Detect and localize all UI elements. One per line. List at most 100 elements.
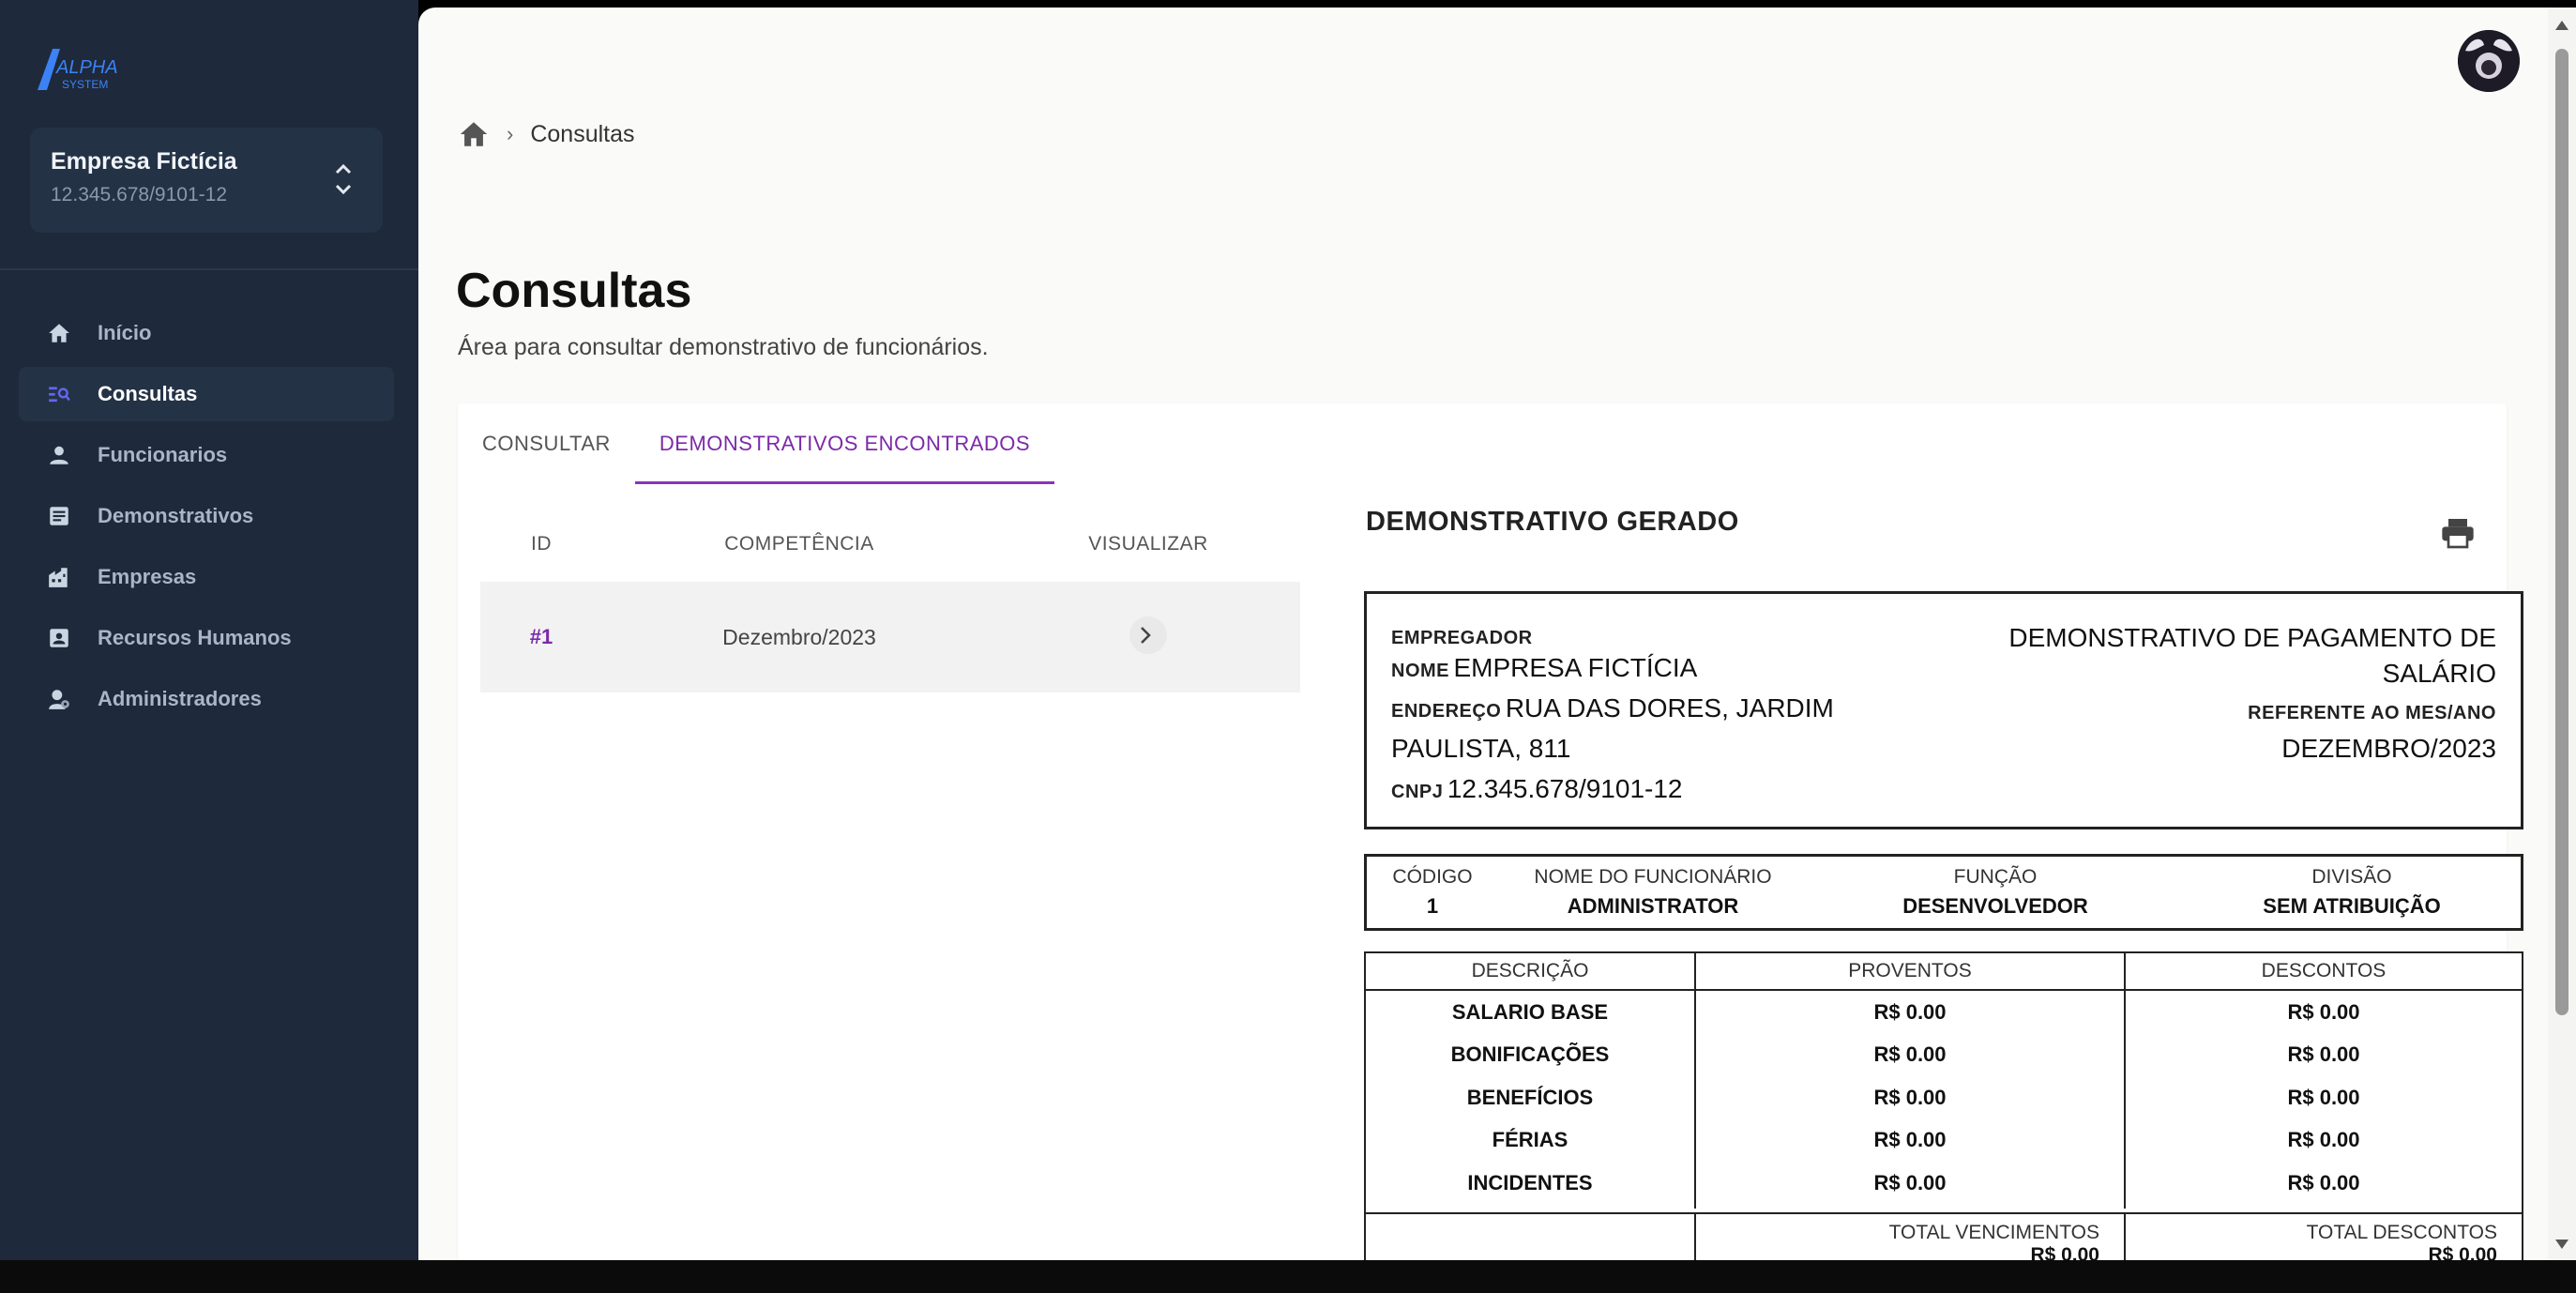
employee-code-value: 1 [1426, 894, 1439, 918]
column-header-id: ID [531, 533, 552, 555]
sidebar-item-consultas[interactable]: Consultas [19, 367, 394, 421]
table-cell: INCIDENTES [1467, 1170, 1593, 1194]
employer-section-label: EMPREGADOR [1391, 628, 1533, 648]
employer-name-label: NOME [1391, 661, 1449, 681]
sidebar-item-label: Início [98, 321, 152, 344]
row-visualizar [996, 615, 1300, 661]
building-icon [47, 565, 71, 589]
admin-icon [47, 687, 71, 711]
document-header: DEMONSTRATIVO DE PAGAMENTO DE SALÁRIO RE… [1933, 620, 2496, 767]
sidebar-item-empresas[interactable]: Empresas [19, 550, 394, 604]
print-icon[interactable] [2439, 514, 2477, 552]
totals-blank [1366, 1214, 1696, 1260]
sidebar-item-demonstrativos[interactable]: Demonstrativos [19, 489, 394, 543]
descontos-column: R$ 0.00 R$ 0.00 R$ 0.00 R$ 0.00 R$ 0.00 [2126, 991, 2522, 1209]
table-cell: R$ 0.00 [2287, 1085, 2360, 1109]
contact-card-icon [47, 626, 71, 650]
table-cell: BENEFÍCIOS [1466, 1085, 1594, 1109]
table-cell: R$ 0.00 [2287, 1128, 2360, 1152]
sidebar-item-label: Recursos Humanos [98, 626, 292, 649]
payment-table-header: DESCRIÇÃO PROVENTOS DESCONTOS [1366, 953, 2522, 991]
breadcrumb: › Consultas [458, 118, 635, 150]
employer-name: EMPRESA FICTÍCIA [1453, 653, 1698, 682]
company-selector[interactable]: Empresa Fictícia 12.345.678/9101-12 [30, 128, 383, 233]
table-cell: FÉRIAS [1492, 1128, 1568, 1152]
chevron-right-icon: › [507, 122, 514, 145]
proventos-column: R$ 0.00 R$ 0.00 R$ 0.00 R$ 0.00 R$ 0.00 [1696, 991, 2126, 1209]
results-table: ID COMPETÊNCIA VISUALIZAR #1 Dezembro/20… [480, 507, 1300, 692]
total-vencimentos-label: TOTAL VENCIMENTOS [1888, 1222, 2099, 1243]
employee-division-label: DIVISÃO [2311, 866, 2392, 888]
tab-consultar[interactable]: CONSULTAR [458, 403, 635, 484]
column-header-descricao: DESCRIÇÃO [1366, 953, 1696, 989]
employer-cnpj-label: CNPJ [1391, 782, 1444, 802]
row-competencia: Dezembro/2023 [722, 624, 876, 649]
demonstrativo-title: DEMONSTRATIVO GERADO [1366, 507, 1739, 537]
svg-text:SYSTEM: SYSTEM [62, 78, 108, 91]
column-header-visualizar: VISUALIZAR [1088, 533, 1208, 555]
vertical-scrollbar[interactable] [2548, 8, 2576, 1260]
total-vencimentos-value: R$ 0.00 [2030, 1244, 2099, 1260]
sidebar-item-recursos-humanos[interactable]: Recursos Humanos [19, 611, 394, 665]
employer-address-line1: RUA DAS DORES, JARDIM [1505, 693, 1834, 723]
sidebar-item-inicio[interactable]: Início [19, 306, 394, 360]
payment-table: DESCRIÇÃO PROVENTOS DESCONTOS SALARIO BA… [1364, 951, 2523, 1260]
home-icon[interactable] [458, 118, 490, 150]
employee-code: CÓDIGO 1 [1367, 857, 1498, 928]
total-descontos: TOTAL DESCONTOS R$ 0.00 [2126, 1214, 2522, 1260]
sidebar-item-label: Administradores [98, 687, 262, 710]
total-descontos-label: TOTAL DESCONTOS [2306, 1222, 2497, 1243]
total-descontos-value: R$ 0.00 [2428, 1244, 2497, 1260]
chevron-right-icon[interactable] [1128, 615, 1169, 656]
employer-address-label: ENDEREÇO [1391, 701, 1502, 722]
app-logo[interactable]: ALPHA SYSTEM [34, 41, 137, 98]
ref-label: REFERENTE AO MES/ANO [2248, 703, 2496, 723]
sidebar-item-funcionarios[interactable]: Funcionarios [19, 428, 394, 482]
employee-code-label: CÓDIGO [1392, 866, 1473, 888]
sidebar-nav: Início Consultas Funcionarios Demonstrat… [19, 306, 394, 733]
table-cell: R$ 0.00 [1873, 1170, 1947, 1194]
table-row[interactable]: #1 Dezembro/2023 [480, 582, 1300, 692]
scroll-down-icon[interactable] [2555, 1240, 2568, 1249]
column-header-proventos: PROVENTOS [1696, 953, 2126, 989]
table-header: ID COMPETÊNCIA VISUALIZAR [480, 507, 1300, 582]
sidebar-item-administradores[interactable]: Administradores [19, 672, 394, 726]
descricao-column: SALARIO BASE BONIFICAÇÕES BENEFÍCIOS FÉR… [1366, 991, 1696, 1209]
consultas-card: CONSULTAR DEMONSTRATIVOS ENCONTRADOS ID … [458, 403, 2523, 1260]
page-subtitle: Área para consultar demonstrativo de fun… [458, 334, 989, 360]
document-icon [47, 504, 71, 528]
employer-address-line2: PAULISTA, 811 [1391, 734, 1571, 763]
table-cell: R$ 0.00 [1873, 999, 1947, 1024]
main-content: › Consultas Consultas Área para consulta… [418, 8, 2548, 1260]
employee-division-value: SEM ATRIBUIÇÃO [2263, 894, 2441, 918]
table-cell: R$ 0.00 [1873, 1128, 1947, 1152]
ref-value: DEZEMBRO/2023 [2281, 734, 2496, 763]
employer-info: EMPREGADOR NOME EMPRESA FICTÍCIA ENDEREÇ… [1391, 620, 1917, 817]
column-header-descontos: DESCONTOS [2261, 960, 2387, 981]
scroll-up-icon[interactable] [2555, 21, 2568, 30]
user-avatar[interactable] [2458, 30, 2520, 92]
tabs: CONSULTAR DEMONSTRATIVOS ENCONTRADOS [458, 403, 1055, 484]
employee-division: DIVISÃO SEM ATRIBUIÇÃO [2183, 857, 2521, 928]
employee-function: FUNÇÃO DESENVOLVEDOR [1808, 857, 2183, 928]
table-cell: BONIFICAÇÕES [1450, 1042, 1610, 1067]
table-cell: R$ 0.00 [2287, 999, 2360, 1024]
employee-name: NOME DO FUNCIONÁRIO ADMINISTRATOR [1498, 857, 1808, 928]
search-list-icon [47, 382, 71, 406]
sidebar-item-label: Empresas [98, 565, 197, 588]
person-icon [47, 443, 71, 467]
sidebar-item-label: Funcionarios [98, 443, 228, 466]
doc-title-line1: DEMONSTRATIVO DE PAGAMENTO DE [2008, 623, 2496, 652]
home-icon [47, 321, 71, 345]
employee-box: CÓDIGO 1 NOME DO FUNCIONÁRIO ADMINISTRAT… [1364, 854, 2523, 931]
employer-box: EMPREGADOR NOME EMPRESA FICTÍCIA ENDEREÇ… [1364, 591, 2523, 829]
window-bottom-bar [0, 1260, 2576, 1293]
tab-demonstrativos-encontrados[interactable]: DEMONSTRATIVOS ENCONTRADOS [634, 403, 1055, 484]
sidebar-item-label: Demonstrativos [98, 504, 254, 527]
scroll-thumb[interactable] [2555, 49, 2568, 1015]
table-cell: R$ 0.00 [2287, 1170, 2360, 1194]
svg-text:ALPHA: ALPHA [55, 57, 118, 78]
employee-function-value: DESENVOLVEDOR [1902, 894, 2088, 918]
table-cell: SALARIO BASE [1451, 999, 1609, 1024]
chevron-up-down-icon[interactable] [332, 158, 355, 201]
